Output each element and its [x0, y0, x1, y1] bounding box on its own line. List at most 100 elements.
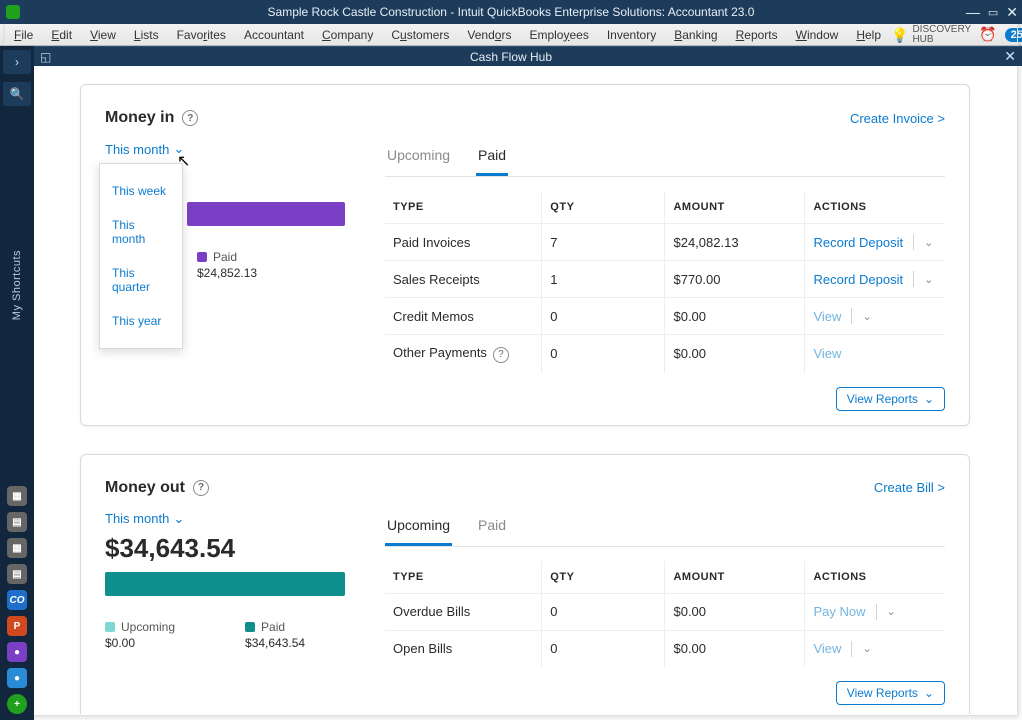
- window-title: Sample Rock Castle Construction - Intuit…: [268, 5, 755, 19]
- cell-amount: $0.00: [665, 630, 805, 667]
- tray-icon-7[interactable]: ●: [7, 642, 27, 662]
- money-in-bar: [187, 202, 345, 226]
- create-invoice-link[interactable]: Create Invoice >: [850, 111, 945, 126]
- view-reports-button-out[interactable]: View Reports⌄: [836, 681, 945, 705]
- money-in-title: Money in: [105, 109, 174, 127]
- money-out-table: TYPE QTY AMOUNT ACTIONS Overdue Bills0$0…: [385, 561, 945, 667]
- action-link[interactable]: Record Deposit: [813, 272, 903, 287]
- create-bill-link[interactable]: Create Bill >: [874, 480, 945, 495]
- tab-upcoming-out[interactable]: Upcoming: [385, 511, 452, 546]
- cell-action: Record Deposit ⌄: [805, 224, 945, 261]
- tray-icon-1[interactable]: ▦: [7, 486, 27, 506]
- menu-edit[interactable]: Edit: [43, 26, 80, 44]
- menu-vendors[interactable]: Vendors: [459, 26, 519, 44]
- menubar: File Edit View Lists Favorites Accountan…: [0, 24, 1022, 46]
- left-rail: › 🔍 My Shortcuts ▦ ▤ ▦ ▤ CO P ● ● +: [0, 46, 34, 720]
- close-subwindow-button[interactable]: ✕: [1004, 48, 1016, 65]
- notification-count[interactable]: 25: [1005, 28, 1022, 42]
- cell-qty: 0: [542, 630, 665, 667]
- th-amount: AMOUNT: [665, 561, 805, 594]
- subwindow-bar: ◱ Cash Flow Hub ✕: [0, 46, 1022, 66]
- chevron-down-icon[interactable]: ⌄: [887, 605, 896, 618]
- menu-banking[interactable]: Banking: [666, 26, 725, 44]
- legend-upcoming-value: $0.00: [105, 636, 175, 650]
- tray-icon-3[interactable]: ▦: [7, 538, 27, 558]
- search-icon[interactable]: 🔍: [3, 82, 31, 106]
- period-dropdown: This week This month This quarter This y…: [99, 163, 183, 349]
- restore-subwindow-icon[interactable]: ◱: [40, 50, 54, 64]
- tray-icon-co[interactable]: CO: [7, 590, 27, 610]
- tray-icon-add[interactable]: +: [7, 694, 27, 714]
- menu-employees[interactable]: Employees: [521, 26, 596, 44]
- table-row: Overdue Bills0$0.00Pay Now⌄: [385, 593, 945, 630]
- action-link: View: [813, 346, 841, 361]
- menu-customers[interactable]: Customers: [383, 26, 457, 44]
- table-row: Credit Memos0$0.00View⌄: [385, 298, 945, 335]
- action-link: Pay Now: [813, 604, 865, 619]
- action-link[interactable]: Record Deposit: [813, 235, 903, 250]
- bulb-icon: 💡: [891, 30, 908, 40]
- period-select-money-in[interactable]: This month ⌄: [105, 141, 184, 157]
- cell-qty: 0: [542, 335, 665, 373]
- chevron-down-icon[interactable]: ⌄: [924, 236, 933, 249]
- cell-type: Open Bills: [385, 630, 542, 667]
- cell-action: View: [805, 335, 945, 373]
- menu-inventory[interactable]: Inventory: [599, 26, 664, 44]
- tab-paid[interactable]: Paid: [476, 141, 508, 176]
- cell-action: Record Deposit ⌄: [805, 261, 945, 298]
- menu-company[interactable]: Company: [314, 26, 381, 44]
- chevron-down-icon[interactable]: ⌄: [862, 310, 871, 323]
- menu-accountant[interactable]: Accountant: [236, 26, 312, 44]
- tab-paid-out[interactable]: Paid: [476, 511, 508, 546]
- menu-view[interactable]: View: [82, 26, 124, 44]
- tab-upcoming[interactable]: Upcoming: [385, 141, 452, 176]
- th-amount: AMOUNT: [665, 191, 805, 224]
- table-row: Other Payments?0$0.00View: [385, 335, 945, 373]
- expand-rail-button[interactable]: ›: [3, 50, 31, 74]
- help-icon[interactable]: ?: [193, 480, 209, 496]
- maximize-button[interactable]: ▭: [988, 6, 998, 19]
- menu-favorites[interactable]: Favorites: [169, 26, 234, 44]
- tray-icon-8[interactable]: ●: [7, 668, 27, 688]
- dropdown-this-year[interactable]: This year: [100, 304, 182, 338]
- money-out-bar: [105, 572, 345, 596]
- th-actions: ACTIONS: [805, 561, 945, 594]
- period-select-money-out[interactable]: This month ⌄: [105, 511, 184, 527]
- tray-icon-4[interactable]: ▤: [7, 564, 27, 584]
- menu-window[interactable]: Window: [788, 26, 847, 44]
- help-icon[interactable]: ?: [493, 347, 509, 363]
- menu-file[interactable]: File: [6, 26, 41, 44]
- period-label: This month: [105, 142, 169, 157]
- discovery-hub-button[interactable]: 💡 DISCOVERYHUB: [891, 25, 971, 45]
- money-out-title: Money out: [105, 479, 185, 497]
- th-qty: QTY: [542, 191, 665, 224]
- cell-amount: $770.00: [665, 261, 805, 298]
- cell-qty: 7: [542, 224, 665, 261]
- tray-icon-6[interactable]: P: [7, 616, 27, 636]
- separator: [851, 641, 852, 657]
- reminders-icon[interactable]: ⏰: [979, 26, 996, 43]
- cell-amount: $0.00: [665, 335, 805, 373]
- titlebar: Sample Rock Castle Construction - Intuit…: [0, 0, 1022, 24]
- tray-icon-2[interactable]: ▤: [7, 512, 27, 532]
- action-link: View: [813, 641, 841, 656]
- cell-qty: 0: [542, 298, 665, 335]
- chevron-down-icon[interactable]: ⌄: [862, 642, 871, 655]
- help-icon[interactable]: ?: [182, 110, 198, 126]
- chevron-down-icon[interactable]: ⌄: [924, 273, 933, 286]
- period-label: This month: [105, 511, 169, 526]
- dropdown-this-week[interactable]: This week: [100, 174, 182, 208]
- minimize-button[interactable]: —: [966, 4, 980, 20]
- chevron-down-icon: ⌄: [173, 511, 184, 527]
- dropdown-this-month[interactable]: This month: [100, 208, 182, 256]
- view-reports-label: View Reports: [847, 686, 918, 700]
- dropdown-this-quarter[interactable]: This quarter: [100, 256, 182, 304]
- paid-swatch: [197, 252, 207, 262]
- close-button[interactable]: ✕: [1006, 4, 1018, 21]
- menu-reports[interactable]: Reports: [728, 26, 786, 44]
- view-reports-button[interactable]: View Reports⌄: [836, 387, 945, 411]
- legend-paid-label: Paid: [213, 250, 237, 264]
- menu-lists[interactable]: Lists: [126, 26, 167, 44]
- menu-help[interactable]: Help: [848, 26, 889, 44]
- cell-qty: 1: [542, 261, 665, 298]
